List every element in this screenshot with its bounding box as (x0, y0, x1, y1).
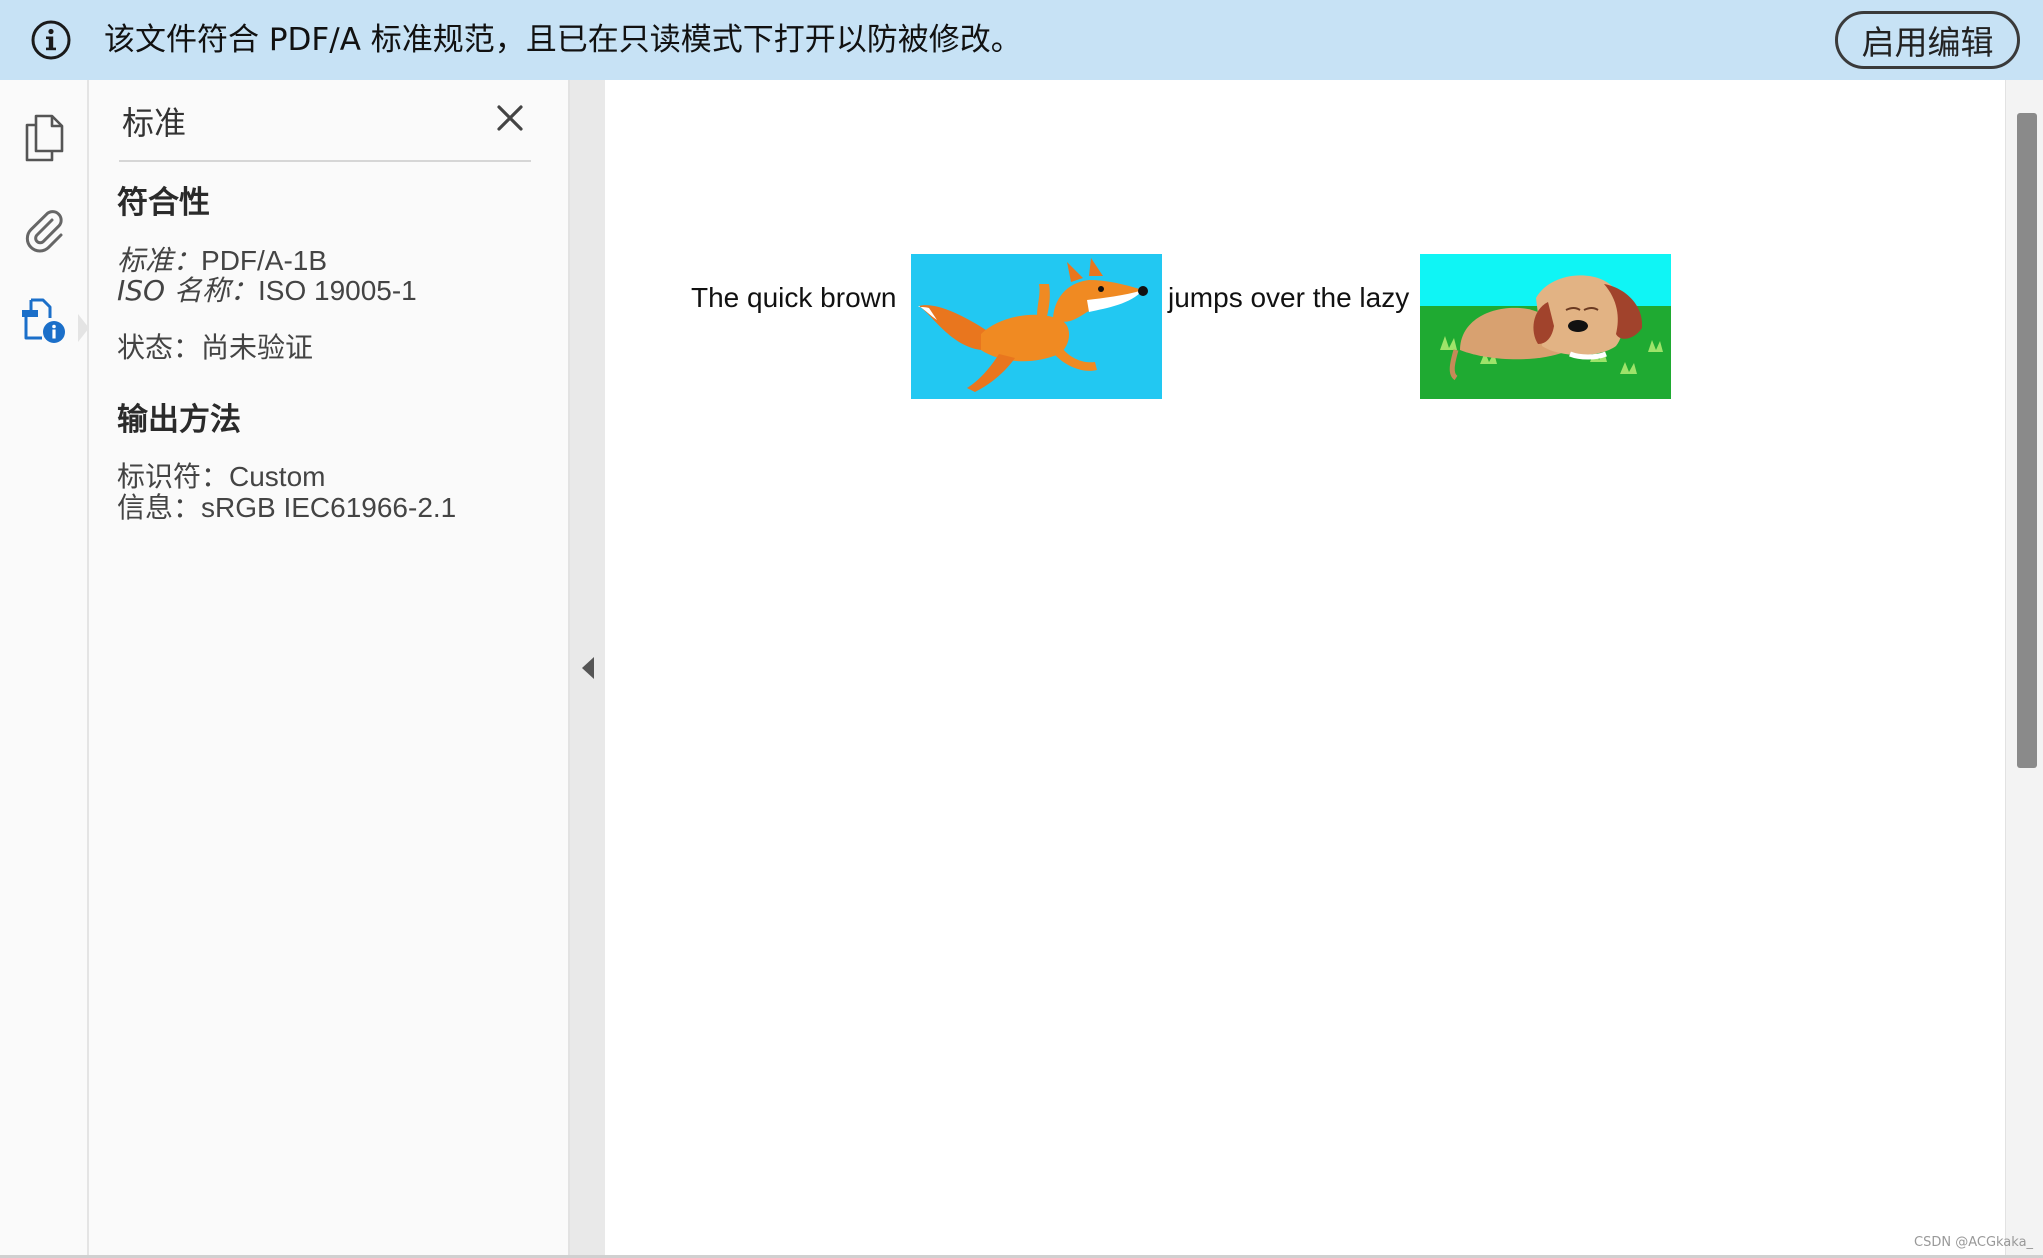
info-field: 信息：sRGB IEC61966-2.1 (117, 492, 456, 524)
attachments-button[interactable] (18, 205, 70, 257)
vertical-scrollbar[interactable] (2005, 80, 2043, 1258)
conformance-heading: 符合性 (117, 185, 210, 221)
scrollbar-thumb[interactable] (2017, 113, 2037, 768)
pdf-viewer: 该文件符合 PDF/A 标准规范，且已在只读模式下打开以防被修改。 启用编辑 标… (0, 0, 2043, 1258)
panel-title: 标准 (122, 104, 187, 142)
close-panel-button[interactable] (492, 100, 528, 136)
info-value: sRGB IEC61966-2.1 (201, 492, 457, 523)
active-tab-indicator (78, 314, 89, 342)
info-icon (30, 19, 72, 61)
status-label: 状态： (117, 331, 202, 364)
identifier-field: 标识符：Custom (117, 461, 325, 493)
enable-editing-button[interactable]: 启用编辑 (1835, 11, 2020, 69)
doc-text-before: The quick brown (691, 282, 897, 313)
output-intent-heading: 输出方法 (117, 402, 241, 438)
collapse-panel-arrow-icon[interactable] (582, 657, 594, 679)
sleeping-dog-image (1420, 254, 1671, 399)
iso-name-field: ISO 名称：ISO 19005-1 (117, 275, 417, 307)
navigation-rail (0, 80, 89, 1258)
identifier-value: Custom (229, 461, 326, 492)
attachment-icon (21, 205, 67, 258)
info-label: 信息： (117, 491, 202, 524)
standards-panel: 标准 符合性 标准：PDF/A-1B ISO 名称：ISO 19005-1 状态… (89, 80, 570, 1258)
standard-value: PDF/A-1B (201, 245, 328, 276)
pages-icon (22, 113, 66, 168)
standard-label: 标准： (117, 244, 202, 277)
identifier-label: 标识符： (117, 460, 230, 493)
status-field: 状态：尚未验证 (117, 332, 313, 364)
notification-message: 该文件符合 PDF/A 标准规范，且已在只读模式下打开以防被修改。 (104, 22, 1022, 58)
panel-splitter[interactable] (570, 80, 605, 1258)
standards-button[interactable] (18, 296, 70, 348)
panel-divider (119, 160, 531, 162)
standard-field: 标准：PDF/A-1B (117, 245, 327, 277)
status-value: 尚未验证 (201, 331, 314, 364)
iso-name-label: ISO 名称： (117, 274, 258, 307)
pdfa-notification-bar: 该文件符合 PDF/A 标准规范，且已在只读模式下打开以防被修改。 启用编辑 (0, 0, 2043, 80)
close-icon (497, 105, 523, 131)
pages-thumbnails-button[interactable] (18, 114, 70, 166)
fox-running-image (911, 254, 1162, 399)
watermark-text: CSDN @ACGkaka_ (1914, 1235, 2034, 1250)
document-page: The quick brown jumps over the lazy (605, 80, 2005, 1258)
iso-name-value: ISO 19005-1 (257, 275, 417, 306)
doc-text-middle: jumps over the lazy (1168, 282, 1410, 313)
standards-info-icon (18, 294, 70, 351)
